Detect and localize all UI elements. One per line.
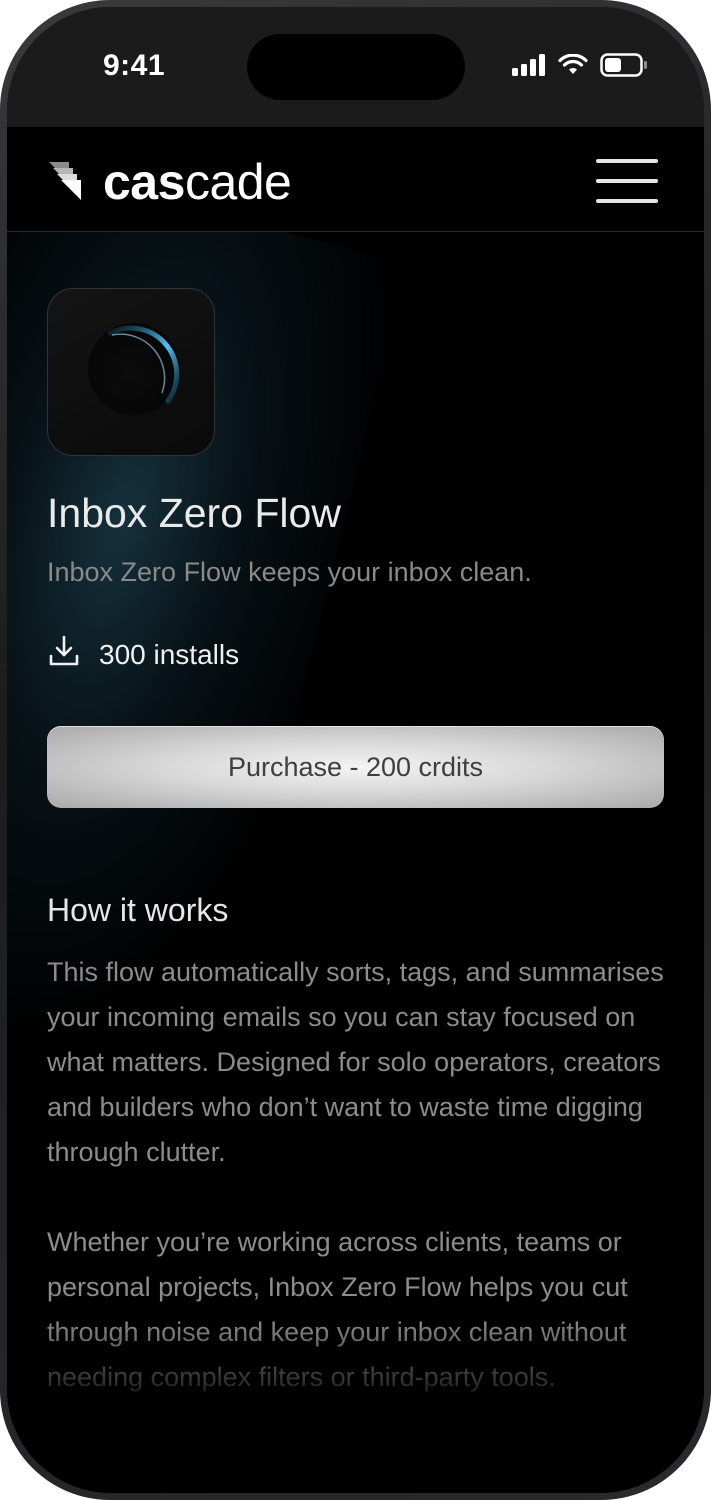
cascade-logo[interactable]: cascade bbox=[47, 154, 292, 210]
flow-subtitle: Inbox Zero Flow keeps your inbox clean. bbox=[47, 557, 532, 587]
battery-icon bbox=[600, 53, 648, 82]
download-icon bbox=[47, 634, 81, 675]
main-content: Inbox Zero Flow Inbox Zero Flow keeps yo… bbox=[7, 232, 704, 1493]
flow-app-icon bbox=[47, 288, 215, 456]
install-count-label: 300 installs bbox=[99, 638, 240, 670]
logo-light-text: cade bbox=[184, 154, 292, 210]
flow-title: Inbox Zero Flow bbox=[47, 490, 341, 536]
wifi-icon bbox=[558, 53, 588, 81]
phone-frame: 9:41 cascade Inbox Zero Flow Inbox Zero … bbox=[0, 0, 711, 1500]
logo-bold-text: cas bbox=[103, 154, 185, 210]
dynamic-island bbox=[247, 34, 465, 100]
logo-wordmark: cascade bbox=[103, 154, 292, 210]
cellular-signal-icon bbox=[512, 54, 546, 81]
screen: 9:41 cascade Inbox Zero Flow Inbox Zero … bbox=[7, 7, 704, 1493]
top-navigation: cascade bbox=[7, 127, 704, 232]
how-it-works-heading: How it works bbox=[47, 892, 229, 928]
description-paragraph-2: Whether you’re working across clients, t… bbox=[47, 1227, 628, 1392]
description-paragraph-1: This flow automatically sorts, tags, and… bbox=[47, 957, 664, 1167]
purchase-button[interactable]: Purchase - 200 crdits bbox=[47, 726, 664, 808]
planet-icon bbox=[88, 323, 180, 415]
status-bar: 9:41 bbox=[7, 7, 704, 127]
cascade-logo-icon bbox=[47, 158, 97, 207]
status-icons bbox=[512, 53, 648, 82]
install-count: 300 installs bbox=[47, 634, 239, 675]
hamburger-menu-icon[interactable] bbox=[596, 159, 658, 203]
status-time: 9:41 bbox=[103, 49, 166, 82]
